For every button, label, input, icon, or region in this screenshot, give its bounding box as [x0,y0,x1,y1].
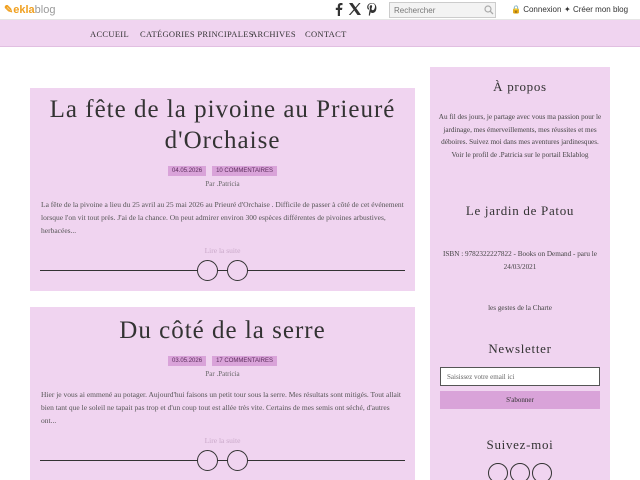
search-icon[interactable] [484,5,494,15]
logo-leaf-icon: ✎ [4,4,14,16]
separator-circle [197,450,218,471]
about-description: Au fil des jours, je partage avec vous m… [438,113,602,146]
post-comments-badge[interactable]: 17 COMMENTAIRES [212,356,277,366]
separator-circle [197,260,218,281]
separator-line [40,270,405,271]
post-excerpt: La fête de la pivoine a lieu du 25 avril… [41,200,404,235]
login-link[interactable]: 🔒 Connexion [511,5,561,14]
lock-icon: 🔒 [511,5,521,14]
separator-circle [227,450,248,471]
subscribe-button[interactable]: S'abonner [440,391,600,409]
about-title: À propos [493,79,547,94]
read-more-link[interactable]: Lire la suite [30,246,415,255]
eklablog-logo[interactable]: ✎eklablog [4,3,55,16]
newsletter-email-input[interactable]: Saisissez votre email ici [440,367,600,386]
post-comments-badge[interactable]: 10 COMMENTAIRES [212,166,277,176]
post-date-badge: 04.05.2026 [168,166,207,176]
search-input[interactable]: Rechercher [389,2,496,18]
create-blog-label: Créer mon blog [572,5,629,14]
logo-text: ekla [13,4,35,16]
about-profile-link[interactable]: Voir le profil de .Patricia sur le porta… [438,149,602,162]
create-blog-link[interactable]: ✦ Créer mon blog [564,5,628,14]
post-meta: 03.05.2026 17 COMMENTAIRES [30,349,415,367]
post-card: Du côté de la serre 03.05.2026 17 COMMEN… [30,307,415,480]
post-separator [40,260,405,281]
about-text: Au fil des jours, je partage avec vous m… [430,111,610,161]
separator-line [40,460,405,461]
nav-item-accueil[interactable]: ACCUEIL [90,29,129,39]
post-author[interactable]: Par .Patricia [30,370,415,378]
pinterest-icon[interactable] [365,2,379,16]
follow-title: Suivez-moi [486,437,554,452]
nav-item-contact[interactable]: CONTACT [305,29,347,39]
garden-title: Le jardin de Patou [465,203,575,218]
newsletter-title: Newsletter [488,341,552,356]
follow-social-icon[interactable] [532,463,552,480]
follow-social-icon[interactable] [488,463,508,480]
nav-item-categories[interactable]: CATÉGORIES PRINCIPALES [140,29,254,39]
eklablog-topbar: ✎eklablog Rechercher 🔒 Connexion ✦ Créer… [0,0,640,20]
main-nav: ACCUEIL CATÉGORIES PRINCIPALES ARCHIVES … [0,20,640,47]
post-author[interactable]: Par .Patricia [30,180,415,188]
post-excerpt: Hier je vous ai emmené au potager. Aujou… [41,390,401,425]
login-label: Connexion [523,5,562,14]
follow-social-icon[interactable] [510,463,530,480]
logo-text-blog: blog [34,4,56,16]
post-card: La fête de la pivoine au Prieuré d'Orcha… [30,88,415,291]
post-title[interactable]: La fête de la pivoine au Prieuré d'Orcha… [30,88,415,156]
plus-icon: ✦ [564,5,571,14]
isbn-text[interactable]: ISBN : 9782322227822 - Books on Demand -… [430,248,610,273]
sidebar: À propos Au fil des jours, je partage av… [430,67,610,480]
post-date-badge: 03.05.2026 [168,356,207,366]
post-separator [40,450,405,471]
charter-link[interactable]: les gestes de la Charte [430,302,610,315]
nav-item-archives[interactable]: ARCHIVES [251,29,296,39]
read-more-link[interactable]: Lire la suite [30,436,415,445]
facebook-icon[interactable] [332,2,346,16]
separator-circle [227,260,248,281]
post-title[interactable]: Du côté de la serre [30,307,415,346]
x-icon[interactable] [348,2,362,16]
post-meta: 04.05.2026 10 COMMENTAIRES [30,159,415,177]
